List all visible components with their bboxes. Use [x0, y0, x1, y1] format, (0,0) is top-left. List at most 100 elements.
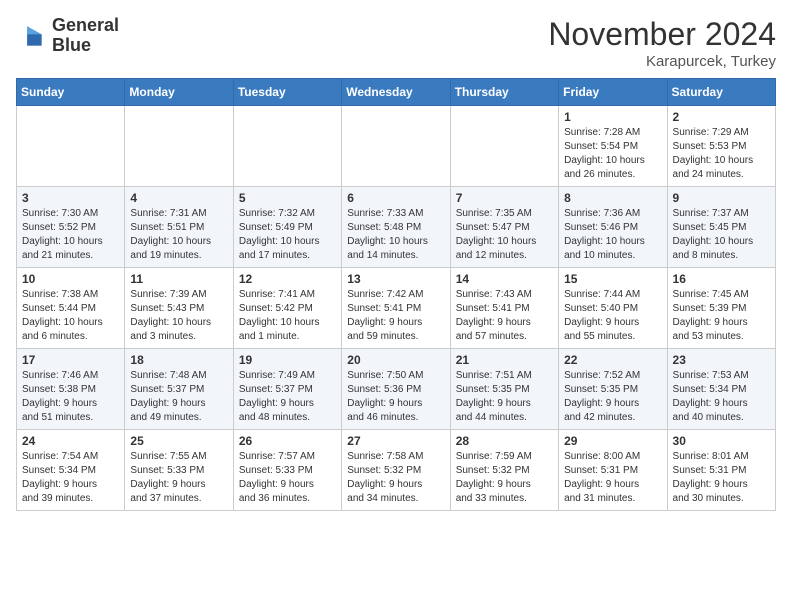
day-info: Sunrise: 7:53 AM Sunset: 5:34 PM Dayligh…	[673, 369, 770, 425]
day-number: 12	[239, 272, 336, 286]
day-info: Sunrise: 7:33 AM Sunset: 5:48 PM Dayligh…	[347, 207, 444, 263]
day-number: 25	[130, 434, 227, 448]
logo-icon	[16, 20, 48, 52]
day-number: 26	[239, 434, 336, 448]
day-cell: 24 Sunrise: 7:54 AM Sunset: 5:34 PM Dayli…	[17, 430, 125, 511]
day-cell	[125, 106, 233, 187]
day-number: 16	[673, 272, 770, 286]
day-cell: 23 Sunrise: 7:53 AM Sunset: 5:34 PM Dayli…	[667, 349, 775, 430]
day-number: 20	[347, 353, 444, 367]
day-cell: 29Sunrise: 8:00 AM Sunset: 5:31 PM Dayli…	[559, 430, 667, 511]
week-row-2: 3 Sunrise: 7:30 AM Sunset: 5:52 PM Daylig…	[17, 187, 776, 268]
day-info: Sunrise: 7:48 AM Sunset: 5:37 PM Dayligh…	[130, 369, 227, 425]
calendar-header: SundayMondayTuesdayWednesdayThursdayFrid…	[17, 79, 776, 106]
day-number: 11	[130, 272, 227, 286]
logo-line2: Blue	[52, 36, 119, 56]
week-row-3: 10 Sunrise: 7:38 AM Sunset: 5:44 PM Dayli…	[17, 268, 776, 349]
day-number: 22	[564, 353, 661, 367]
header-cell-tuesday: Tuesday	[233, 79, 341, 106]
logo-line1: General	[52, 16, 119, 36]
day-number: 18	[130, 353, 227, 367]
day-info: Sunrise: 7:44 AM Sunset: 5:40 PM Dayligh…	[564, 288, 661, 344]
day-cell: 11 Sunrise: 7:39 AM Sunset: 5:43 PM Dayli…	[125, 268, 233, 349]
header-row: SundayMondayTuesdayWednesdayThursdayFrid…	[17, 79, 776, 106]
day-info: Sunrise: 7:36 AM Sunset: 5:46 PM Dayligh…	[564, 207, 661, 263]
day-info: Sunrise: 7:38 AM Sunset: 5:44 PM Dayligh…	[22, 288, 119, 344]
day-info: Sunrise: 7:52 AM Sunset: 5:35 PM Dayligh…	[564, 369, 661, 425]
day-info: Sunrise: 7:32 AM Sunset: 5:49 PM Dayligh…	[239, 207, 336, 263]
day-number: 8	[564, 191, 661, 205]
day-info: Sunrise: 7:58 AM Sunset: 5:32 PM Dayligh…	[347, 450, 444, 506]
day-cell: 12 Sunrise: 7:41 AM Sunset: 5:42 PM Dayli…	[233, 268, 341, 349]
day-number: 21	[456, 353, 553, 367]
day-cell: 2Sunrise: 7:29 AM Sunset: 5:53 PM Daylig…	[667, 106, 775, 187]
day-info: Sunrise: 7:51 AM Sunset: 5:35 PM Dayligh…	[456, 369, 553, 425]
header-cell-sunday: Sunday	[17, 79, 125, 106]
logo: General Blue	[16, 16, 119, 56]
week-row-4: 17Sunrise: 7:46 AM Sunset: 5:38 PM Dayli…	[17, 349, 776, 430]
day-info: Sunrise: 7:31 AM Sunset: 5:51 PM Dayligh…	[130, 207, 227, 263]
day-cell: 25 Sunrise: 7:55 AM Sunset: 5:33 PM Dayli…	[125, 430, 233, 511]
day-info: Sunrise: 7:59 AM Sunset: 5:32 PM Dayligh…	[456, 450, 553, 506]
day-number: 24	[22, 434, 119, 448]
day-cell: 28Sunrise: 7:59 AM Sunset: 5:32 PM Dayli…	[450, 430, 558, 511]
day-cell: 30Sunrise: 8:01 AM Sunset: 5:31 PM Dayli…	[667, 430, 775, 511]
day-cell: 13 Sunrise: 7:42 AM Sunset: 5:41 PM Dayli…	[342, 268, 450, 349]
day-number: 3	[22, 191, 119, 205]
day-cell: 17Sunrise: 7:46 AM Sunset: 5:38 PM Dayli…	[17, 349, 125, 430]
day-number: 29	[564, 434, 661, 448]
day-cell: 18 Sunrise: 7:48 AM Sunset: 5:37 PM Dayli…	[125, 349, 233, 430]
day-number: 19	[239, 353, 336, 367]
day-info: Sunrise: 7:42 AM Sunset: 5:41 PM Dayligh…	[347, 288, 444, 344]
day-info: Sunrise: 7:30 AM Sunset: 5:52 PM Dayligh…	[22, 207, 119, 263]
day-cell: 10 Sunrise: 7:38 AM Sunset: 5:44 PM Dayli…	[17, 268, 125, 349]
title-block: November 2024 Karapurcek, Turkey	[548, 16, 776, 70]
day-info: Sunrise: 7:35 AM Sunset: 5:47 PM Dayligh…	[456, 207, 553, 263]
day-cell: 7 Sunrise: 7:35 AM Sunset: 5:47 PM Daylig…	[450, 187, 558, 268]
day-cell: 20 Sunrise: 7:50 AM Sunset: 5:36 PM Dayli…	[342, 349, 450, 430]
page-header: General Blue November 2024 Karapurcek, T…	[16, 16, 776, 70]
day-cell: 14Sunrise: 7:43 AM Sunset: 5:41 PM Dayli…	[450, 268, 558, 349]
day-number: 10	[22, 272, 119, 286]
day-number: 2	[673, 110, 770, 124]
day-number: 7	[456, 191, 553, 205]
day-info: Sunrise: 7:41 AM Sunset: 5:42 PM Dayligh…	[239, 288, 336, 344]
day-info: Sunrise: 7:39 AM Sunset: 5:43 PM Dayligh…	[130, 288, 227, 344]
day-cell: 22 Sunrise: 7:52 AM Sunset: 5:35 PM Dayli…	[559, 349, 667, 430]
day-number: 5	[239, 191, 336, 205]
day-number: 13	[347, 272, 444, 286]
day-number: 9	[673, 191, 770, 205]
day-cell: 6 Sunrise: 7:33 AM Sunset: 5:48 PM Daylig…	[342, 187, 450, 268]
day-cell: 26 Sunrise: 7:57 AM Sunset: 5:33 PM Dayli…	[233, 430, 341, 511]
day-cell	[233, 106, 341, 187]
day-cell: 5 Sunrise: 7:32 AM Sunset: 5:49 PM Daylig…	[233, 187, 341, 268]
day-info: Sunrise: 7:55 AM Sunset: 5:33 PM Dayligh…	[130, 450, 227, 506]
day-cell: 8 Sunrise: 7:36 AM Sunset: 5:46 PM Daylig…	[559, 187, 667, 268]
day-info: Sunrise: 7:49 AM Sunset: 5:37 PM Dayligh…	[239, 369, 336, 425]
day-cell: 21 Sunrise: 7:51 AM Sunset: 5:35 PM Dayli…	[450, 349, 558, 430]
day-cell: 9 Sunrise: 7:37 AM Sunset: 5:45 PM Daylig…	[667, 187, 775, 268]
calendar-table: SundayMondayTuesdayWednesdayThursdayFrid…	[16, 78, 776, 511]
logo-text: General Blue	[52, 16, 119, 56]
day-info: Sunrise: 7:43 AM Sunset: 5:41 PM Dayligh…	[456, 288, 553, 344]
day-info: Sunrise: 7:57 AM Sunset: 5:33 PM Dayligh…	[239, 450, 336, 506]
header-cell-friday: Friday	[559, 79, 667, 106]
day-number: 17	[22, 353, 119, 367]
header-cell-wednesday: Wednesday	[342, 79, 450, 106]
day-cell: 4 Sunrise: 7:31 AM Sunset: 5:51 PM Daylig…	[125, 187, 233, 268]
day-cell: 16 Sunrise: 7:45 AM Sunset: 5:39 PM Dayli…	[667, 268, 775, 349]
day-number: 4	[130, 191, 227, 205]
day-cell: 1Sunrise: 7:28 AM Sunset: 5:54 PM Daylig…	[559, 106, 667, 187]
day-info: Sunrise: 7:45 AM Sunset: 5:39 PM Dayligh…	[673, 288, 770, 344]
day-number: 23	[673, 353, 770, 367]
day-info: Sunrise: 7:54 AM Sunset: 5:34 PM Dayligh…	[22, 450, 119, 506]
day-number: 6	[347, 191, 444, 205]
day-info: Sunrise: 7:50 AM Sunset: 5:36 PM Dayligh…	[347, 369, 444, 425]
day-info: Sunrise: 7:37 AM Sunset: 5:45 PM Dayligh…	[673, 207, 770, 263]
calendar-body: 1Sunrise: 7:28 AM Sunset: 5:54 PM Daylig…	[17, 106, 776, 511]
day-number: 27	[347, 434, 444, 448]
day-cell: 27 Sunrise: 7:58 AM Sunset: 5:32 PM Dayli…	[342, 430, 450, 511]
day-cell	[450, 106, 558, 187]
day-info: Sunrise: 8:01 AM Sunset: 5:31 PM Dayligh…	[673, 450, 770, 506]
day-cell: 19 Sunrise: 7:49 AM Sunset: 5:37 PM Dayli…	[233, 349, 341, 430]
